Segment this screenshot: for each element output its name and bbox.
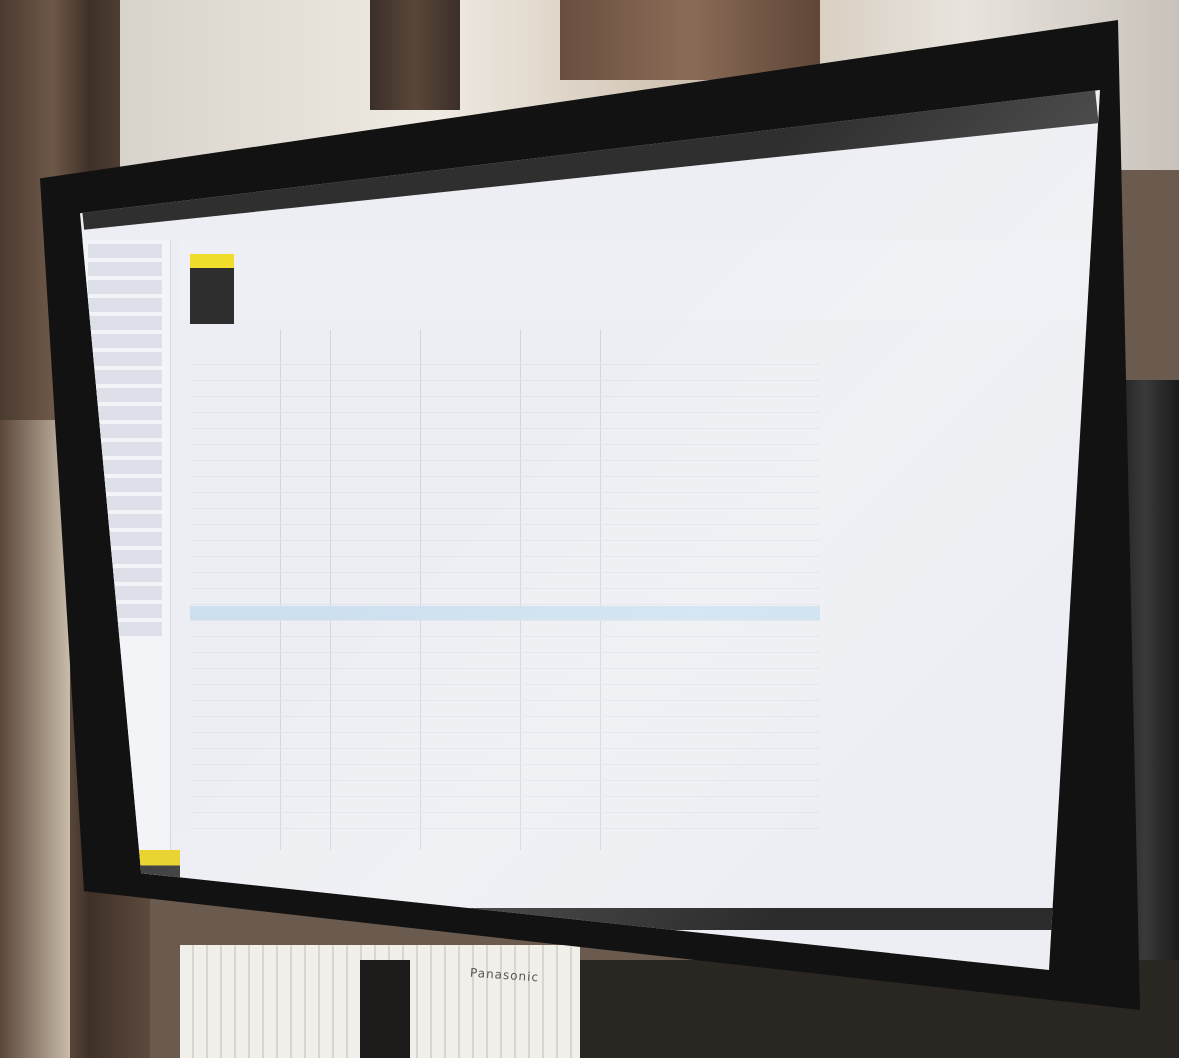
table-row[interactable] — [190, 414, 820, 429]
table-row[interactable] — [190, 766, 820, 781]
table-row[interactable] — [190, 590, 820, 605]
table-row[interactable] — [190, 510, 820, 525]
wall-left — [0, 420, 70, 1058]
sidebar-item[interactable] — [88, 352, 162, 366]
table-row[interactable] — [190, 574, 820, 589]
table-row[interactable] — [190, 798, 820, 813]
table-row[interactable] — [190, 558, 820, 573]
sidebar-item[interactable] — [88, 280, 162, 294]
table-row[interactable] — [190, 782, 820, 797]
table-row[interactable] — [190, 606, 820, 621]
table-row[interactable] — [190, 670, 820, 685]
table-row[interactable] — [190, 382, 820, 397]
table-row[interactable] — [190, 622, 820, 637]
table-row[interactable] — [190, 718, 820, 733]
table-row[interactable] — [190, 526, 820, 541]
table-row[interactable] — [190, 750, 820, 765]
table-row[interactable] — [190, 654, 820, 669]
sidebar-item[interactable] — [88, 370, 162, 384]
table-row[interactable] — [190, 462, 820, 477]
track-list — [180, 330, 1080, 850]
table-row[interactable] — [190, 814, 820, 829]
table-row[interactable] — [190, 686, 820, 701]
sidebar-item[interactable] — [88, 388, 162, 402]
album-header — [180, 240, 1080, 324]
table-row[interactable] — [190, 494, 820, 509]
table-row[interactable] — [190, 446, 820, 461]
table-row[interactable] — [190, 702, 820, 717]
curtain-right — [560, 0, 820, 80]
table-row[interactable] — [190, 430, 820, 445]
table-row[interactable] — [190, 366, 820, 381]
table-row[interactable] — [190, 398, 820, 413]
sidebar-item[interactable] — [88, 262, 162, 276]
sidebar-item[interactable] — [88, 244, 162, 258]
curtain-middle — [370, 0, 460, 110]
monitor-screen — [80, 90, 1100, 970]
monitor-stand — [360, 960, 410, 1058]
table-row[interactable] — [190, 350, 820, 365]
sidebar-item[interactable] — [88, 406, 162, 420]
table-row[interactable] — [190, 478, 820, 493]
album-artwork[interactable] — [190, 254, 234, 324]
table-row[interactable] — [190, 542, 820, 557]
table-row[interactable] — [190, 734, 820, 749]
sidebar-item[interactable] — [88, 316, 162, 330]
sidebar-item[interactable] — [88, 334, 162, 348]
table-row[interactable] — [190, 638, 820, 653]
sidebar-item[interactable] — [88, 298, 162, 312]
